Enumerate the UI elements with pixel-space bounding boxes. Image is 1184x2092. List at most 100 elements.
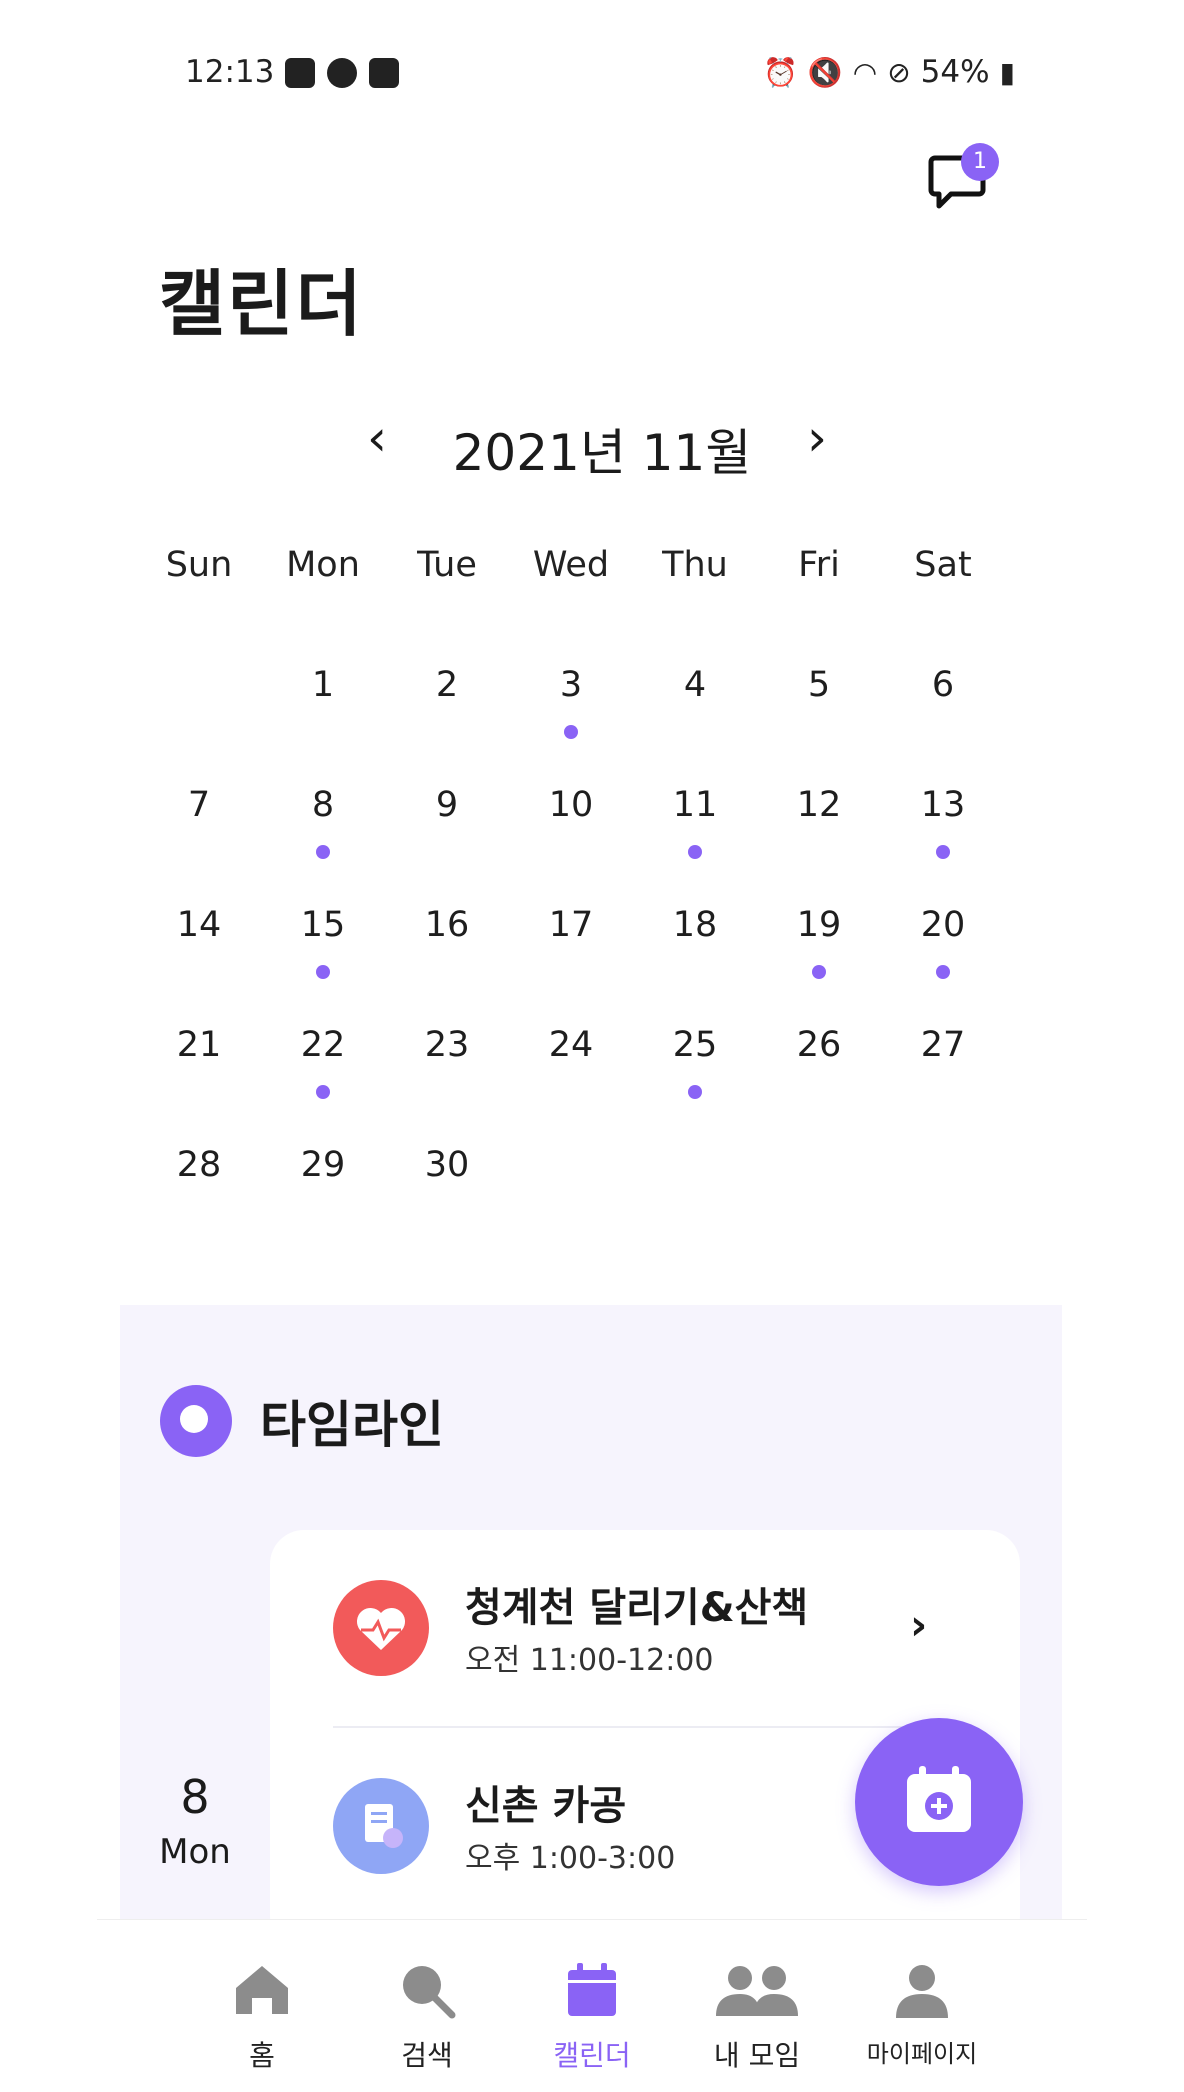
day-number: 16 [424, 905, 470, 945]
calendar-day[interactable]: 10 [509, 785, 633, 905]
day-number: 26 [796, 1025, 842, 1065]
day-number: 24 [548, 1025, 594, 1065]
event-dot [936, 965, 950, 979]
tab-calendar[interactable]: 캘린더 [517, 1960, 667, 2074]
calendar-day[interactable]: 26 [757, 1025, 881, 1145]
battery-percent: 54% [920, 54, 990, 90]
notification-badge: 1 [961, 143, 999, 181]
calendar-day[interactable]: 13 [881, 785, 1005, 905]
calendar-day[interactable]: 29 [261, 1145, 385, 1265]
day-number: 25 [672, 1025, 718, 1065]
day-number: 6 [931, 665, 955, 705]
calendar-day[interactable]: 1 [261, 665, 385, 785]
calendar-day[interactable]: 20 [881, 905, 1005, 1025]
calendar-day[interactable]: 3 [509, 665, 633, 785]
event-name: 청계천 달리기&산책 [465, 1585, 809, 1631]
day-number: 5 [807, 665, 831, 705]
calendar-day[interactable]: 30 [385, 1145, 509, 1265]
calendar-day[interactable]: 12 [757, 785, 881, 905]
day-number: 22 [300, 1025, 346, 1065]
calendar-icon [568, 1963, 616, 2016]
calendar-add-icon [907, 1766, 971, 1832]
tab-home[interactable]: 홈 [187, 1960, 337, 2074]
timeline-weekday: Mon [159, 1832, 231, 1872]
calendar-day[interactable]: 11 [633, 785, 757, 905]
event-name: 신촌 카공 [465, 1783, 627, 1829]
calendar-day[interactable]: 23 [385, 1025, 509, 1145]
calendar-day[interactable]: 17 [509, 905, 633, 1025]
calendar-day[interactable]: 16 [385, 905, 509, 1025]
group-icon [716, 1966, 798, 2016]
calendar-day[interactable]: 22 [261, 1025, 385, 1145]
calendar-day[interactable]: 14 [137, 905, 261, 1025]
day-number: 17 [548, 905, 594, 945]
event-time: 오전 11:00-12:00 [465, 1643, 714, 1678]
timeline-date: 8 Mon [135, 1770, 255, 1872]
home-icon [236, 1966, 288, 2014]
calendar-day[interactable]: 2 [385, 665, 509, 785]
status-time: 12:13 [185, 54, 275, 90]
weekday-label: Mon [286, 545, 360, 585]
day-number: 1 [311, 665, 335, 705]
calendar-day[interactable]: 28 [137, 1145, 261, 1265]
day-number: 14 [176, 905, 222, 945]
notification-icons [285, 58, 399, 88]
heart-icon [333, 1580, 429, 1676]
messenger-icon [327, 58, 357, 88]
event-dot [316, 1085, 330, 1099]
calendar-day[interactable]: 25 [633, 1025, 757, 1145]
timeline-day: 8 [180, 1770, 210, 1824]
calendar-day[interactable]: 4 [633, 665, 757, 785]
tab-my-groups[interactable]: 내 모임 [682, 1960, 832, 2074]
calendar-day[interactable]: 15 [261, 905, 385, 1025]
tab-label: 캘린더 [553, 2039, 631, 2072]
day-number: 12 [796, 785, 842, 825]
calendar-day[interactable]: 5 [757, 665, 881, 785]
tab-label: 홈 [249, 2039, 275, 2072]
day-number: 23 [424, 1025, 470, 1065]
day-number: 30 [424, 1145, 470, 1185]
prev-month-button[interactable]: ‹ [352, 413, 402, 463]
calendar-day[interactable]: 19 [757, 905, 881, 1025]
tab-my-page[interactable]: 마이페이지 [847, 1960, 997, 2069]
calendar-day[interactable]: 6 [881, 665, 1005, 785]
calendar-day[interactable]: 8 [261, 785, 385, 905]
event-dot [936, 845, 950, 859]
weekday-label: Sun [165, 545, 233, 585]
day-number: 18 [672, 905, 718, 945]
person-icon [896, 1965, 948, 2018]
next-month-button[interactable]: › [792, 413, 842, 463]
event-dot [316, 965, 330, 979]
mute-icon: 🔇 [807, 55, 843, 89]
tab-label: 마이페이지 [866, 2040, 978, 2068]
document-icon [333, 1778, 429, 1874]
calendar-day[interactable]: 21 [137, 1025, 261, 1145]
event-time: 오후 1:00-3:00 [465, 1841, 676, 1876]
youtube-icon [369, 58, 399, 88]
day-number: 10 [548, 785, 594, 825]
calendar-day[interactable]: 7 [137, 785, 261, 905]
day-number: 11 [672, 785, 718, 825]
event-item[interactable]: 청계천 달리기&산책 오전 11:00-12:00 › [270, 1530, 1020, 1710]
calendar-day[interactable]: 9 [385, 785, 509, 905]
tab-label: 검색 [401, 2039, 453, 2072]
event-dot [812, 965, 826, 979]
day-number: 27 [920, 1025, 966, 1065]
chevron-right-icon: › [910, 1600, 928, 1649]
calendar-day[interactable]: 27 [881, 1025, 1005, 1145]
event-dot [316, 845, 330, 859]
calendar-day[interactable]: 18 [633, 905, 757, 1025]
bottom-tab-bar: 홈 검색 캘린더 내 모임 마이페이지 [97, 1920, 1087, 2092]
day-number: 4 [683, 665, 707, 705]
day-number: 20 [920, 905, 966, 945]
day-number: 15 [300, 905, 346, 945]
day-number: 13 [920, 785, 966, 825]
calendar-day[interactable]: 24 [509, 1025, 633, 1145]
tab-label: 내 모임 [713, 2039, 801, 2072]
event-dot [688, 845, 702, 859]
add-event-button[interactable] [855, 1718, 1023, 1886]
tab-search[interactable]: 검색 [352, 1960, 502, 2074]
wifi-icon: ◠ [852, 55, 878, 89]
day-number: 3 [559, 665, 583, 705]
day-number: 2 [435, 665, 459, 705]
